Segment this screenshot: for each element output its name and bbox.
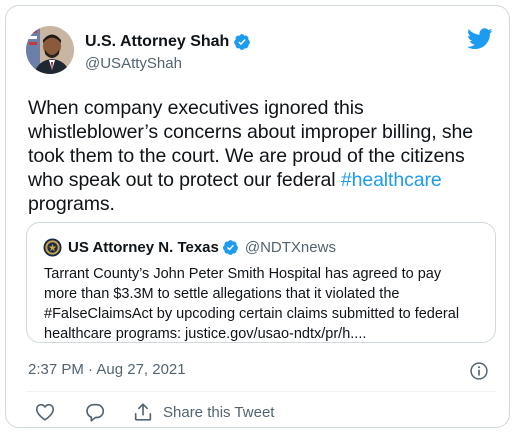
verified-badge-icon [222, 240, 238, 255]
tweet-text-line: who speak out to protect our federal #he… [28, 168, 498, 192]
share-icon [134, 403, 152, 421]
heart-icon[interactable] [34, 401, 56, 423]
divider [26, 391, 496, 392]
share-label: Share this Tweet [163, 403, 275, 421]
verified-badge-icon [234, 34, 251, 50]
hashtag-link[interactable]: #healthcare [341, 169, 442, 191]
author-handle[interactable]: @USAttyShah [85, 55, 182, 72]
quoted-tweet-text: Tarrant County’s John Peter Smith Hospit… [44, 264, 484, 344]
quoted-text-line: #FalseClaimsAct by upcoding certain clai… [44, 306, 460, 322]
share-tweet-button[interactable]: Share this Tweet [132, 401, 274, 423]
tweet-timestamp[interactable]: 2:37 PM · Aug 27, 2021 [28, 361, 186, 378]
tweet-text-line: programs. [28, 193, 115, 215]
quoted-text-line: Tarrant County’s John Peter Smith Hospit… [44, 266, 442, 282]
reply-bubble-icon[interactable] [84, 401, 106, 423]
quoted-handle: @NDTXnews [244, 239, 336, 256]
quoted-display-name: US Attorney N. Texas [68, 239, 219, 256]
tweet-text-segment: who speak out to protect our federal [28, 169, 341, 191]
info-icon[interactable] [469, 361, 489, 381]
tweet-actions: Share this Tweet [26, 398, 274, 426]
quoted-text-line: more than $3.3M to settle allegations th… [44, 286, 400, 302]
tweet-text-line: When company executives ignored this [28, 97, 364, 119]
twitter-bird-icon[interactable] [467, 28, 493, 50]
doj-seal-icon [43, 238, 62, 257]
tweet-text: When company executives ignored this whi… [28, 96, 498, 216]
author-display-name[interactable]: U.S. Attorney Shah [85, 33, 229, 51]
tweet-text-line: whistleblower’s concerns about improper … [28, 121, 473, 143]
author-name-row[interactable]: U.S. Attorney Shah [85, 33, 251, 51]
tweet-text-line: took them to the court. We are proud of … [28, 145, 465, 167]
avatar[interactable] [26, 26, 74, 74]
quoted-tweet[interactable]: US Attorney N. Texas @NDTXnews Tarrant C… [26, 222, 496, 343]
quoted-tweet-header: US Attorney N. Texas @NDTXnews [43, 238, 336, 257]
quoted-text-line: healthcare programs: justice.gov/usao-nd… [44, 326, 367, 342]
tweet-card: U.S. Attorney Shah @USAttyShah When comp… [5, 5, 510, 428]
